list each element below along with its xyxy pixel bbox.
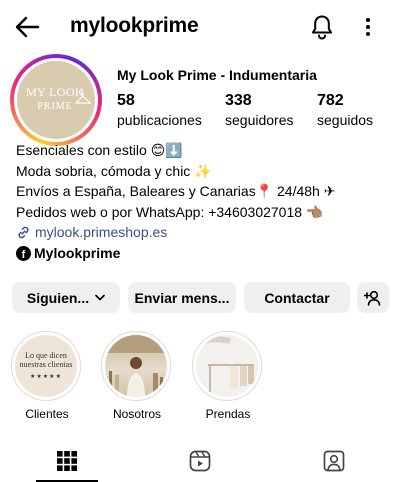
highlight-prendas[interactable]: Prendas	[192, 331, 264, 421]
link-icon	[18, 226, 29, 239]
followers-count-label: seguidores	[225, 112, 294, 128]
top-bar: mylookprime	[0, 0, 400, 54]
website-link[interactable]: mylook.primeshop.es	[16, 222, 391, 243]
highlight-label: Prendas	[205, 407, 251, 421]
person-photo-icon	[105, 335, 167, 397]
highlight-label: Nosotros	[112, 407, 162, 421]
message-button[interactable]: Enviar mens...	[128, 282, 236, 313]
more-vertical-icon[interactable]	[360, 15, 376, 39]
tab-reels[interactable]	[133, 440, 266, 482]
bio-line: Moda sobria, cómoda y chic ✨	[16, 162, 212, 179]
followers-count-value: 338	[225, 92, 252, 109]
bio-line: Pedidos web o por WhatsApp: +34603027018…	[16, 203, 324, 220]
followers-count[interactable]: 338 seguidores	[225, 92, 294, 128]
tagged-icon	[323, 450, 344, 472]
facebook-name: Mylookprime	[34, 245, 121, 261]
hanger-icon	[75, 89, 91, 104]
grid-icon	[56, 451, 77, 471]
tab-posts-grid[interactable]	[0, 440, 133, 482]
highlight-cover	[196, 335, 258, 397]
highlight-cover	[105, 335, 167, 397]
profile-bio: Esenciales con estilo 😊⬇️ Moda sobria, c…	[16, 140, 391, 243]
suggested-users-button[interactable]	[357, 282, 389, 313]
rating-stars: ★★★★★	[30, 374, 62, 380]
add-user-icon	[364, 290, 381, 306]
chevron-down-icon	[95, 294, 105, 301]
website-link-text: mylook.primeshop.es	[35, 224, 168, 240]
back-arrow-icon[interactable]	[14, 14, 40, 40]
facebook-link[interactable]: f Mylookprime	[16, 245, 120, 261]
posts-count[interactable]: 58 publicaciones	[117, 92, 202, 128]
bio-line: Esenciales con estilo 😊⬇️	[16, 142, 183, 158]
highlight-clientes[interactable]: Lo que dicen nuestras clientas ★★★★★ Cli…	[11, 331, 83, 421]
following-count-value: 782	[317, 92, 344, 109]
profile-display-name: My Look Prime - Indumentaria	[117, 67, 317, 83]
posts-count-value: 58	[117, 92, 135, 109]
highlight-nosotros[interactable]: Nosotros	[101, 331, 173, 421]
avatar: MY LOOK PRIME	[17, 61, 95, 139]
facebook-icon: f	[16, 245, 31, 261]
clothing-rack-icon	[202, 336, 254, 397]
bio-line: Envíos a España, Baleares y Canarias📍 24…	[16, 183, 336, 199]
highlight-label: Clientes	[25, 407, 69, 421]
highlight-cover: Lo que dicen nuestras clientas ★★★★★	[15, 335, 77, 397]
profile-username: mylookprime	[70, 14, 199, 37]
following-count-label: seguidos	[317, 112, 374, 128]
posts-count-label: publicaciones	[117, 112, 202, 128]
highlight-cover-text: Lo que dicen nuestras clientas	[19, 351, 73, 369]
following-button-label: Siguien...	[26, 289, 90, 306]
following-count[interactable]: 782 seguidos	[317, 92, 373, 128]
tab-tagged[interactable]	[267, 440, 400, 482]
reels-icon	[189, 450, 210, 472]
contact-button[interactable]: Contactar	[244, 282, 350, 313]
following-button[interactable]: Siguien...	[12, 282, 120, 313]
profile-tabs	[0, 440, 400, 482]
profile-avatar-story-ring[interactable]: MY LOOK PRIME	[10, 54, 102, 146]
bell-icon[interactable]	[310, 14, 334, 40]
